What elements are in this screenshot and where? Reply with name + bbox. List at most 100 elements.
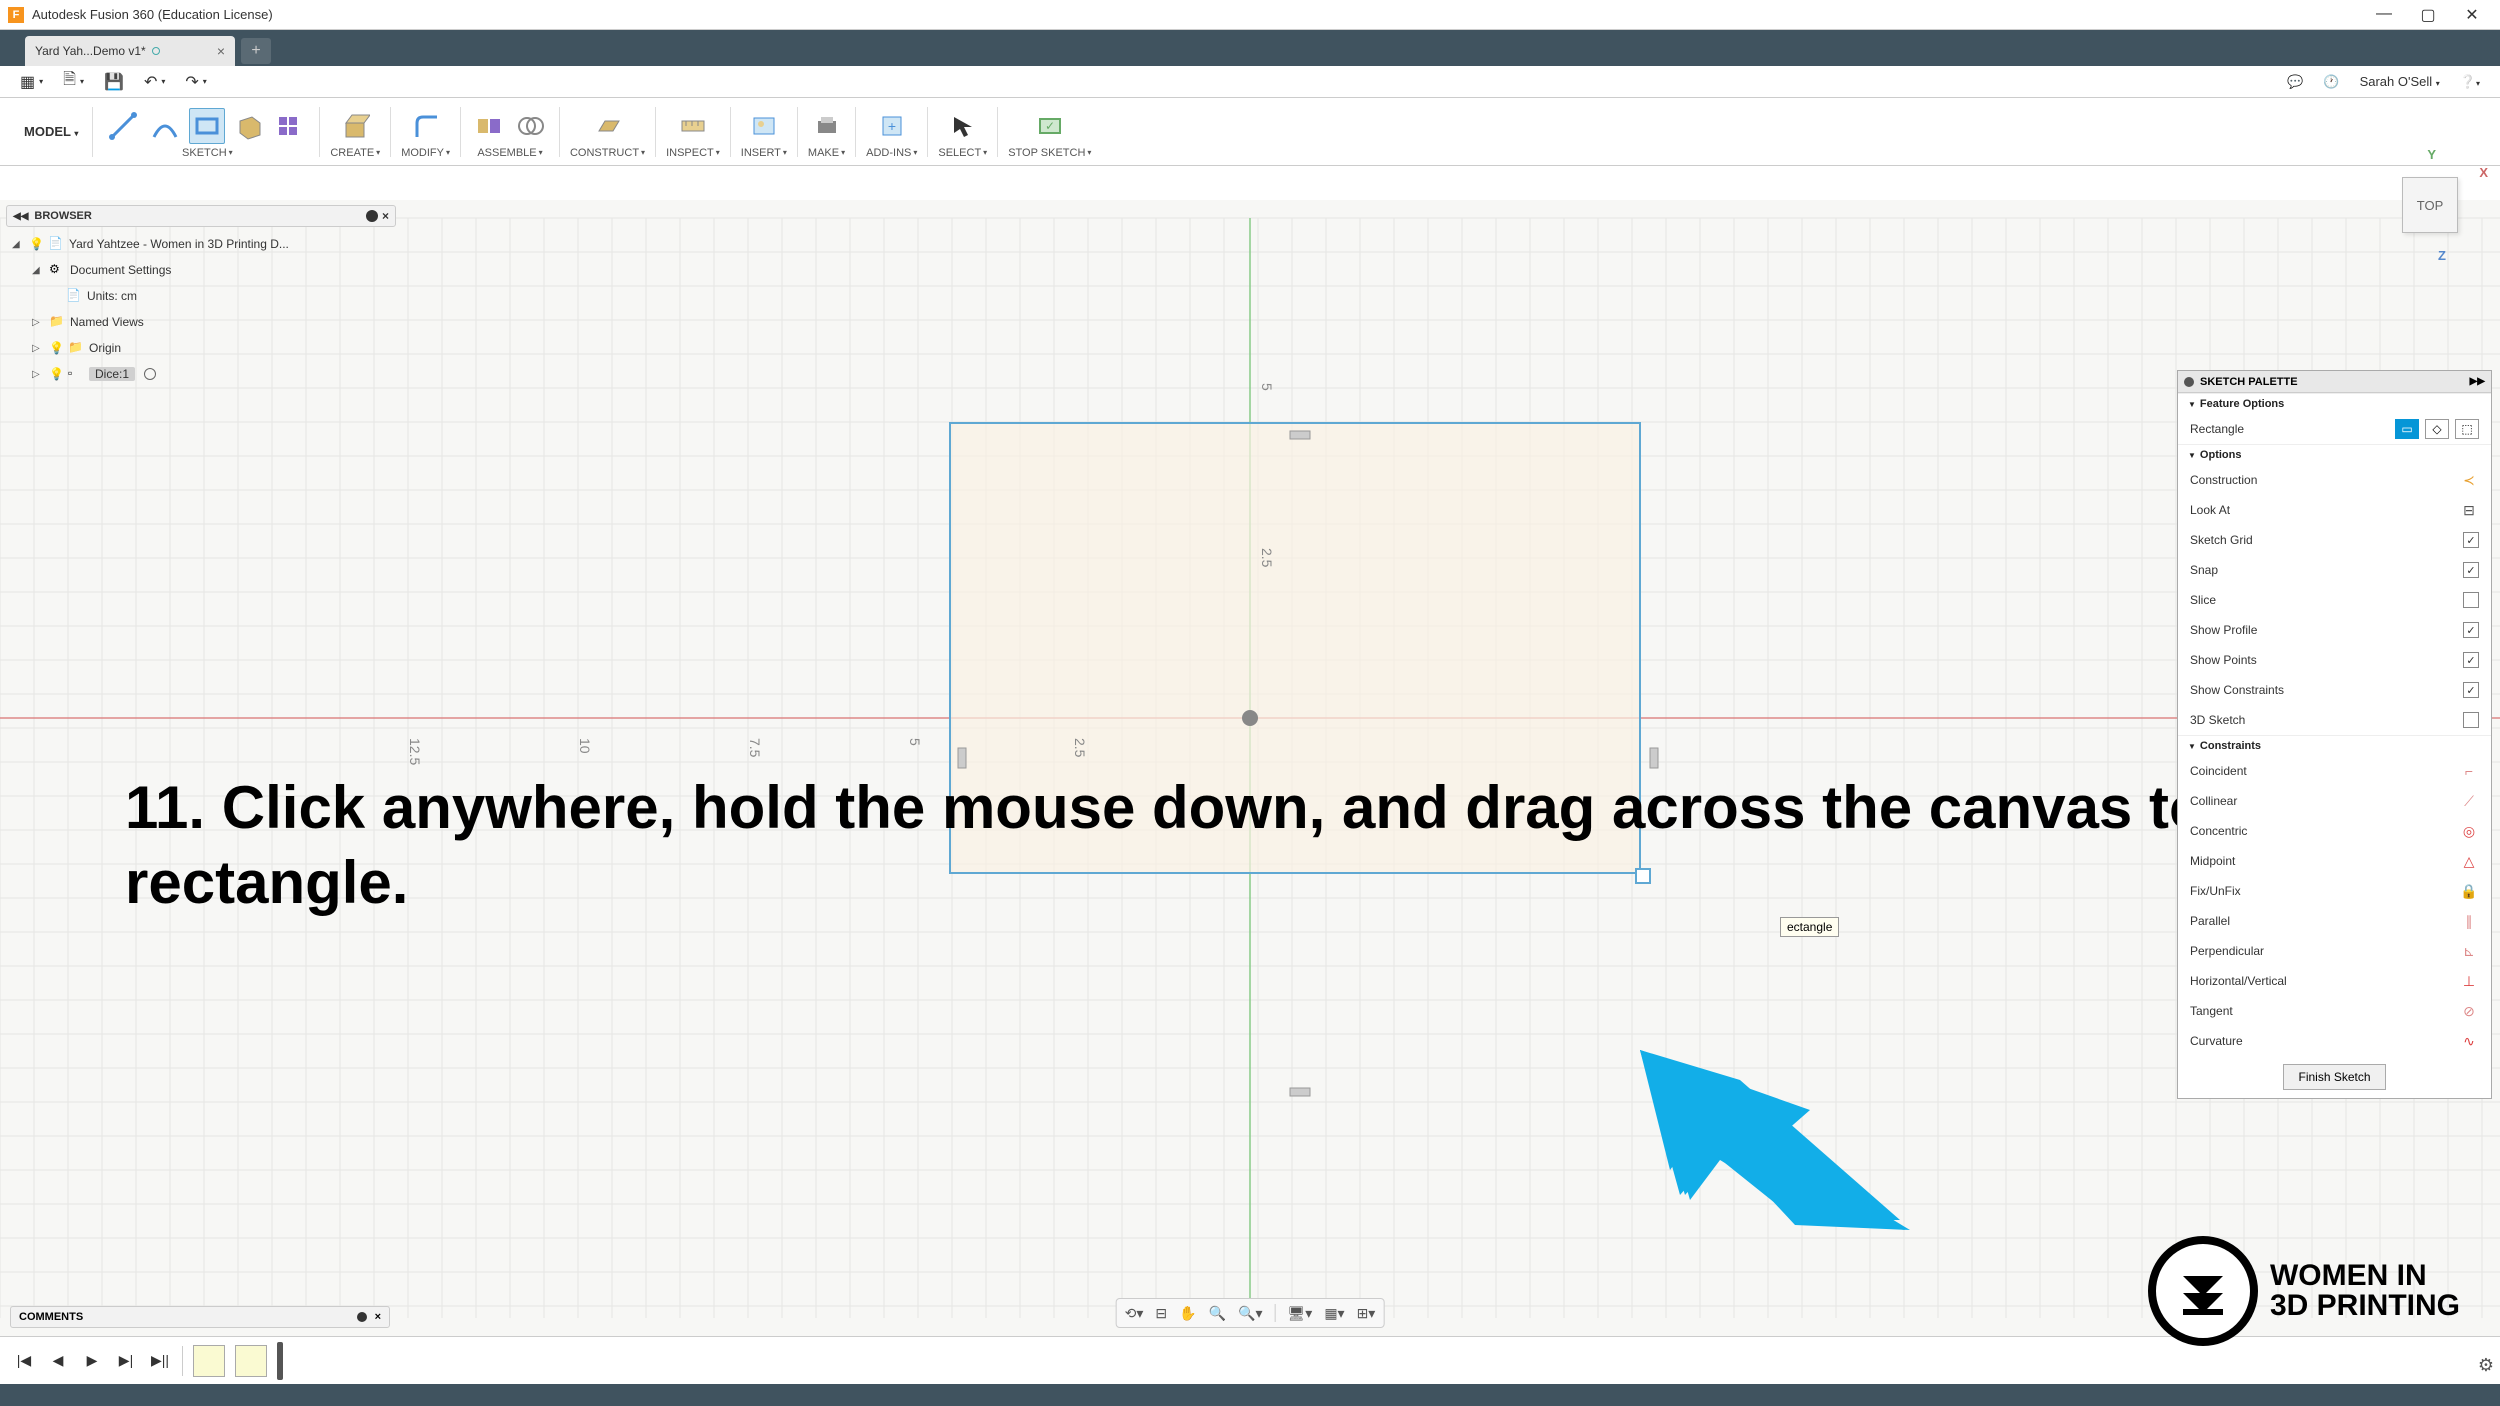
assem-tool-button[interactable] (513, 108, 549, 144)
constraint-icon[interactable]: ⊘ (2459, 1003, 2479, 1019)
tree-origin[interactable]: ▷ 💡 📁 Origin (6, 335, 396, 361)
expand-icon[interactable]: ◢ (12, 239, 24, 250)
new-tab-button[interactable]: + (241, 38, 271, 64)
option-icon[interactable]: ≺ (2459, 472, 2479, 488)
visibility-icon[interactable]: 💡 (49, 341, 63, 355)
checkbox[interactable] (2463, 622, 2479, 638)
plane-tool-button[interactable] (590, 108, 626, 144)
close-button[interactable]: ✕ (2462, 5, 2482, 25)
maximize-button[interactable]: ▢ (2418, 5, 2438, 25)
select-tool-button[interactable] (945, 108, 981, 144)
settings-icon[interactable] (366, 210, 378, 222)
checkbox[interactable] (2463, 532, 2479, 548)
viewcube-top-face[interactable]: TOP (2402, 177, 2458, 233)
expand-icon[interactable]: ▷ (32, 369, 44, 380)
ribbon-group-label[interactable]: STOP SKETCH ▾ (1008, 147, 1091, 159)
ribbon-group-label[interactable]: SKETCH ▾ (182, 147, 233, 159)
ribbon-group-label[interactable]: INSPECT ▾ (666, 147, 720, 159)
joint-tool-button[interactable] (471, 108, 507, 144)
section-options[interactable]: ▼Options (2178, 444, 2491, 465)
constraint-icon[interactable]: 🔒 (2459, 883, 2479, 899)
minimize-button[interactable]: — (2374, 5, 2394, 25)
close-icon[interactable]: × (382, 209, 389, 223)
measure-tool-button[interactable] (675, 108, 711, 144)
ribbon-group-label[interactable]: CREATE ▾ (330, 147, 380, 159)
midpoint-handle-icon[interactable] (1290, 431, 1310, 439)
save-button[interactable]: 💾 (94, 72, 134, 92)
tree-units[interactable]: 📄 Units: cm (6, 283, 396, 309)
document-tab[interactable]: Yard Yah...Demo v1* × (25, 36, 235, 66)
settings-gear-button[interactable]: ⚙ (2478, 1355, 2494, 1376)
timeline-start-button[interactable]: |◀ (12, 1349, 36, 1373)
tree-namedviews[interactable]: ▷ 📁 Named Views (6, 309, 396, 335)
orbit-button[interactable]: ⟲▾ (1125, 1305, 1144, 1322)
midpoint-handle-icon[interactable] (1290, 1088, 1310, 1096)
view-cube[interactable]: Y X Z TOP (2380, 155, 2480, 255)
constraint-icon[interactable]: ⊾ (2459, 943, 2479, 959)
constraint-icon[interactable]: ⟋ (2459, 793, 2479, 809)
option-icon[interactable]: ⊟ (2459, 502, 2479, 518)
checkbox[interactable] (2463, 682, 2479, 698)
array-tool-button[interactable] (273, 108, 309, 144)
rect-center-button[interactable]: ◇ (2425, 419, 2449, 439)
constraint-icon[interactable]: ⊥ (2459, 973, 2479, 989)
tree-docsettings[interactable]: ◢ ⚙ Document Settings (6, 257, 396, 283)
midpoint-handle-icon[interactable] (1650, 748, 1658, 768)
timeline-playhead[interactable] (277, 1342, 283, 1380)
timeline-end-button[interactable]: ▶|| (148, 1349, 172, 1373)
grid-button[interactable]: ▦▾ (1324, 1305, 1344, 1322)
pin-icon[interactable] (2184, 377, 2194, 387)
section-constraints[interactable]: ▼Constraints (2178, 735, 2491, 756)
ribbon-group-label[interactable]: MAKE ▾ (808, 147, 845, 159)
extrude-tool-button[interactable] (337, 108, 373, 144)
visibility-icon[interactable]: 💡 (29, 237, 43, 251)
fit-button[interactable]: 🔍▾ (1238, 1305, 1262, 1322)
extensions-button[interactable]: 🕐 (2313, 74, 2349, 90)
line-tool-button[interactable] (105, 108, 141, 144)
display-button[interactable]: 🖥▾ (1288, 1305, 1313, 1322)
settings-icon[interactable] (357, 1312, 367, 1322)
expand-icon[interactable]: ▷ (32, 343, 44, 354)
constraint-icon[interactable]: ∿ (2459, 1033, 2479, 1049)
print-tool-button[interactable] (809, 108, 845, 144)
workspace-selector[interactable]: MODEL ▾ (10, 107, 93, 157)
job-status-button[interactable]: 💬 (2277, 74, 2313, 90)
constraint-icon[interactable]: ∥ (2459, 913, 2479, 929)
spline-tool-button[interactable] (147, 108, 183, 144)
section-feature-options[interactable]: ▼Feature Options (2178, 393, 2491, 414)
timeline-feature-sketch[interactable] (235, 1345, 267, 1377)
fillet-tool-button[interactable] (408, 108, 444, 144)
activate-icon[interactable] (144, 368, 156, 380)
ribbon-group-label[interactable]: MODIFY ▾ (401, 147, 450, 159)
checkbox[interactable] (2463, 712, 2479, 728)
rect-2point-button[interactable]: ▭ (2395, 419, 2419, 439)
addin-tool-button[interactable]: + (874, 108, 910, 144)
ribbon-group-label[interactable]: ASSEMBLE ▾ (477, 147, 542, 159)
user-menu[interactable]: Sarah O'Sell ▾ (2350, 74, 2450, 89)
file-menu-button[interactable]: 🗎▾ (53, 68, 94, 95)
expand-icon[interactable]: ▶▶ (2470, 376, 2485, 387)
expand-icon[interactable]: ▷ (32, 317, 44, 328)
rect-3point-button[interactable]: ⬚ (2455, 419, 2479, 439)
lookat-button[interactable]: ⊟ (1155, 1305, 1167, 1322)
tab-close-button[interactable]: × (207, 43, 225, 59)
stop-tool-button[interactable]: ✓ (1032, 108, 1068, 144)
timeline-play-button[interactable]: ▶ (80, 1349, 104, 1373)
timeline-next-button[interactable]: ▶| (114, 1349, 138, 1373)
rect-center-tool-button[interactable] (189, 108, 225, 144)
decal-tool-button[interactable] (746, 108, 782, 144)
data-panel-button[interactable]: ▦▾ (10, 72, 53, 92)
pan-button[interactable]: ✋ (1179, 1305, 1196, 1322)
constraint-icon[interactable]: △ (2459, 853, 2479, 869)
constraint-icon[interactable]: ◎ (2459, 823, 2479, 839)
comments-panel[interactable]: COMMENTS × (10, 1306, 390, 1328)
tree-root[interactable]: ◢ 💡 📄 Yard Yahtzee - Women in 3D Printin… (6, 231, 396, 257)
expand-icon[interactable]: ◢ (32, 265, 44, 276)
ribbon-group-label[interactable]: CONSTRUCT ▾ (570, 147, 645, 159)
midpoint-handle-icon[interactable] (958, 748, 966, 768)
checkbox[interactable] (2463, 652, 2479, 668)
tree-dice[interactable]: ▷ 💡 ▫ Dice:1 (6, 361, 396, 387)
visibility-icon[interactable]: 💡 (49, 367, 63, 381)
redo-button[interactable]: ↷▾ (175, 72, 216, 92)
timeline-prev-button[interactable]: ◀ (46, 1349, 70, 1373)
